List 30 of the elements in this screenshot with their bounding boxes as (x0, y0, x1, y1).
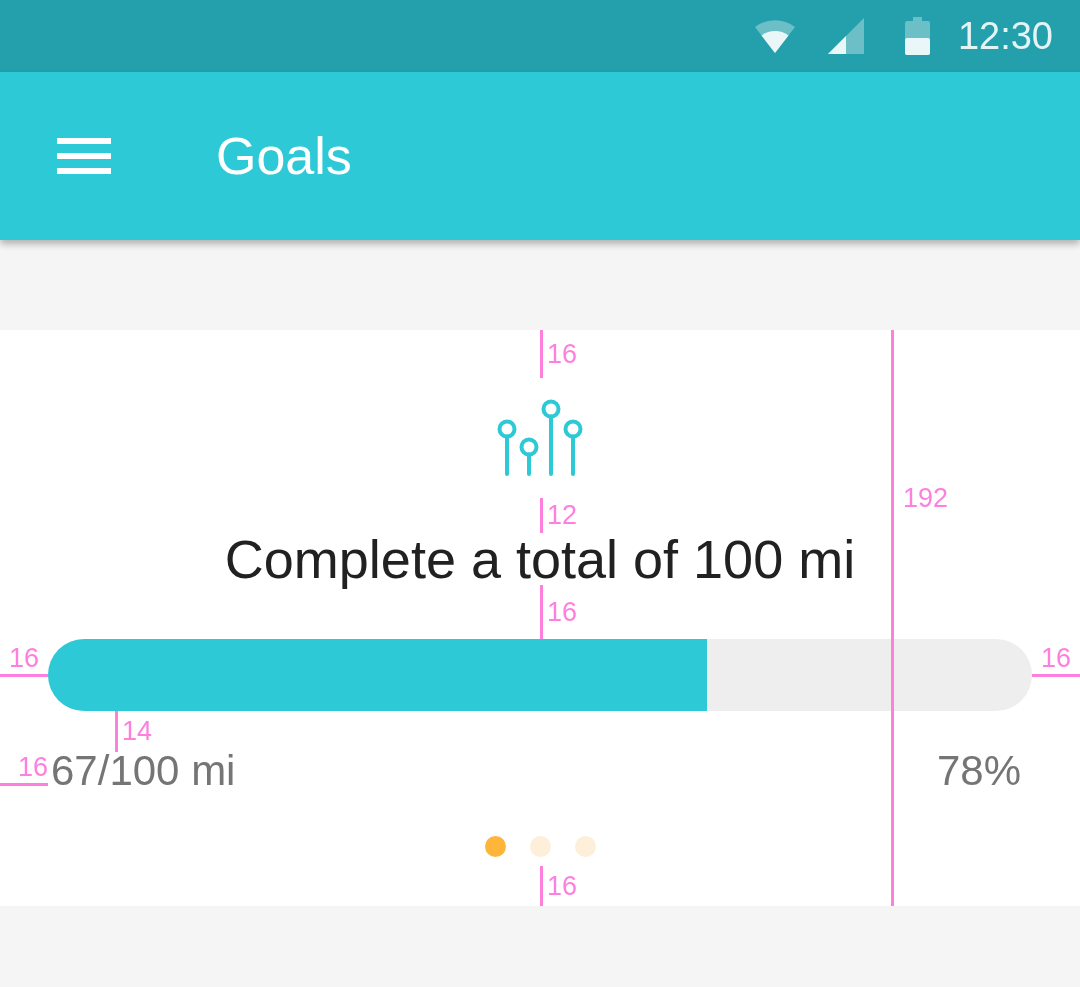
measure-line (1032, 673, 1080, 677)
app-title: Goals (216, 130, 352, 182)
measure-line (0, 673, 48, 677)
page-dot[interactable] (484, 836, 506, 857)
measure-label: 16 (547, 872, 578, 900)
measure-label: 192 (903, 485, 949, 512)
measure-line (540, 498, 543, 533)
measure-line (540, 866, 543, 906)
wifi-icon (754, 18, 795, 54)
measure-label: 16 (1040, 644, 1071, 672)
menu-icon (57, 138, 111, 174)
measure-label: 16 (8, 644, 39, 672)
signal-icon (827, 18, 864, 54)
pins-icon (497, 399, 583, 477)
measure-label: 16 (17, 753, 48, 781)
measure-line (0, 782, 48, 786)
measure-label: 14 (122, 718, 153, 745)
menu-button[interactable] (57, 138, 111, 174)
status-time: 12:30 (957, 17, 1053, 55)
progress-text: 67/100 mi (51, 752, 236, 790)
measure-label: 16 (547, 598, 578, 626)
measure-line (540, 330, 543, 378)
page-dot[interactable] (574, 836, 596, 857)
measure-line (540, 585, 543, 639)
page-dot[interactable] (529, 836, 551, 857)
measure-label: 12 (547, 502, 578, 529)
percent-text: 78% (936, 752, 1021, 790)
measure-line (115, 711, 118, 752)
measure-label: 16 (547, 340, 578, 368)
battery-icon (904, 17, 930, 55)
